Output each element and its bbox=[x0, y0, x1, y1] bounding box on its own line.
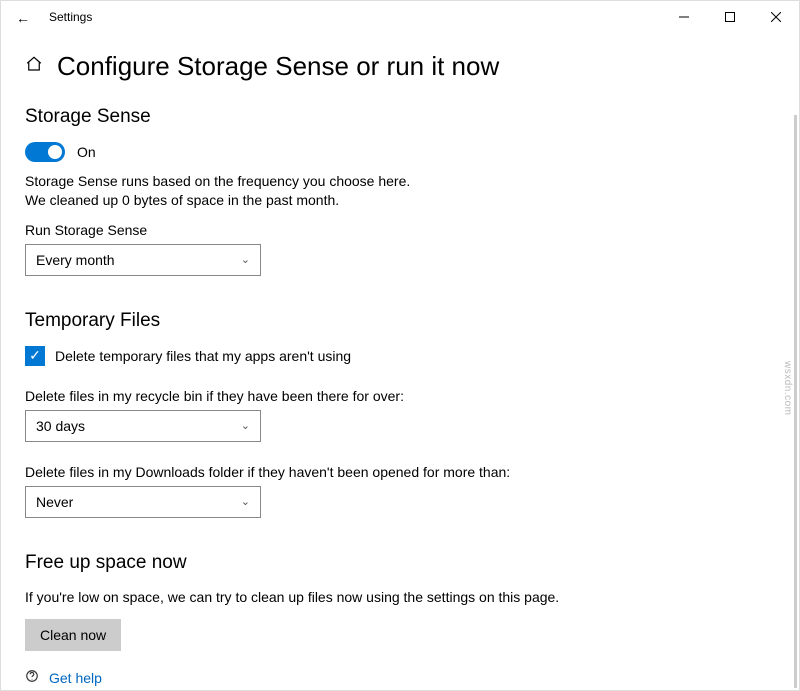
delete-temp-label: Delete temporary files that my apps aren… bbox=[55, 348, 351, 364]
page-title: Configure Storage Sense or run it now bbox=[57, 51, 499, 82]
back-button[interactable]: ← bbox=[9, 9, 37, 26]
minimize-button[interactable] bbox=[661, 1, 707, 33]
chevron-down-icon: ⌄ bbox=[241, 495, 250, 508]
downloads-select[interactable]: Never ⌄ bbox=[25, 486, 261, 518]
chevron-down-icon: ⌄ bbox=[241, 419, 250, 432]
storage-sense-heading: Storage Sense bbox=[25, 106, 775, 128]
run-storage-sense-select[interactable]: Every month ⌄ bbox=[25, 244, 261, 276]
maximize-button[interactable] bbox=[707, 1, 753, 33]
run-storage-sense-label: Run Storage Sense bbox=[25, 222, 775, 238]
recycle-bin-value: 30 days bbox=[36, 418, 85, 434]
storage-sense-toggle[interactable] bbox=[25, 142, 65, 162]
get-help-link[interactable]: Get help bbox=[49, 670, 102, 686]
clean-now-button[interactable]: Clean now bbox=[25, 619, 121, 651]
delete-temp-checkbox[interactable]: ✓ bbox=[25, 346, 45, 366]
close-button[interactable] bbox=[753, 1, 799, 33]
downloads-label: Delete files in my Downloads folder if t… bbox=[25, 464, 775, 480]
free-up-space-section: Free up space now If you're low on space… bbox=[25, 552, 775, 651]
page-header: Configure Storage Sense or run it now bbox=[25, 51, 775, 82]
help-icon bbox=[25, 669, 39, 686]
storage-sense-section: Storage Sense On Storage Sense runs base… bbox=[25, 106, 775, 276]
home-icon[interactable] bbox=[25, 55, 43, 78]
watermark: wsxdn.com bbox=[782, 361, 793, 416]
toggle-state-label: On bbox=[77, 144, 96, 160]
titlebar: ← Settings bbox=[1, 1, 799, 33]
temporary-files-section: Temporary Files ✓ Delete temporary files… bbox=[25, 310, 775, 518]
scrollbar[interactable] bbox=[794, 115, 797, 688]
recycle-bin-select[interactable]: 30 days ⌄ bbox=[25, 410, 261, 442]
temp-files-heading: Temporary Files bbox=[25, 310, 775, 332]
recycle-bin-label: Delete files in my recycle bin if they h… bbox=[25, 388, 775, 404]
storage-sense-description: Storage Sense runs based on the frequenc… bbox=[25, 172, 415, 210]
downloads-value: Never bbox=[36, 494, 73, 510]
run-storage-sense-value: Every month bbox=[36, 252, 115, 268]
free-up-description: If you're low on space, we can try to cl… bbox=[25, 588, 585, 607]
free-up-heading: Free up space now bbox=[25, 552, 775, 574]
chevron-down-icon: ⌄ bbox=[241, 253, 250, 266]
window-title: Settings bbox=[49, 10, 92, 24]
help-row: Get help bbox=[25, 669, 102, 686]
